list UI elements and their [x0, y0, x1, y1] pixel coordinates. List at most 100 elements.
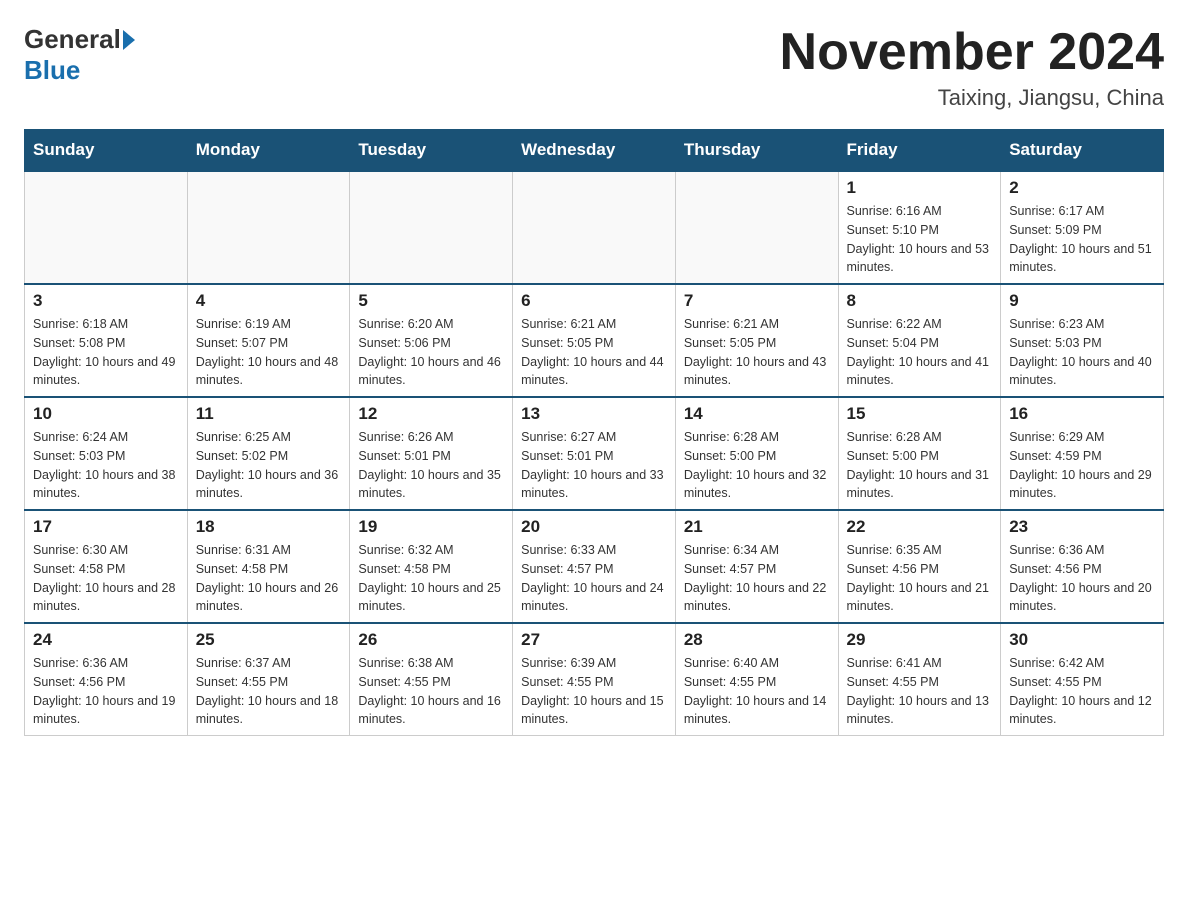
day-info: Sunrise: 6:38 AMSunset: 4:55 PMDaylight:…	[358, 654, 504, 729]
day-number: 11	[196, 404, 342, 424]
day-info: Sunrise: 6:32 AMSunset: 4:58 PMDaylight:…	[358, 541, 504, 616]
day-info: Sunrise: 6:36 AMSunset: 4:56 PMDaylight:…	[1009, 541, 1155, 616]
logo: General Blue	[24, 24, 137, 86]
day-number: 22	[847, 517, 993, 537]
calendar-week-row: 1 Sunrise: 6:16 AMSunset: 5:10 PMDaylight…	[25, 171, 1164, 284]
calendar-day-cell	[25, 171, 188, 284]
calendar-day-header: Thursday	[675, 130, 838, 172]
month-title: November 2024	[780, 24, 1164, 81]
day-info: Sunrise: 6:20 AMSunset: 5:06 PMDaylight:…	[358, 315, 504, 390]
day-info: Sunrise: 6:21 AMSunset: 5:05 PMDaylight:…	[684, 315, 830, 390]
day-info: Sunrise: 6:39 AMSunset: 4:55 PMDaylight:…	[521, 654, 667, 729]
day-info: Sunrise: 6:18 AMSunset: 5:08 PMDaylight:…	[33, 315, 179, 390]
day-number: 9	[1009, 291, 1155, 311]
calendar-day-cell: 14Sunrise: 6:28 AMSunset: 5:00 PMDayligh…	[675, 397, 838, 510]
day-number: 19	[358, 517, 504, 537]
calendar-day-header: Wednesday	[513, 130, 676, 172]
day-number: 3	[33, 291, 179, 311]
day-number: 12	[358, 404, 504, 424]
calendar-day-cell: 3 Sunrise: 6:18 AMSunset: 5:08 PMDaylight…	[25, 284, 188, 397]
day-info: Sunrise: 6:41 AMSunset: 4:55 PMDaylight:…	[847, 654, 993, 729]
calendar-day-cell: 6 Sunrise: 6:21 AMSunset: 5:05 PMDaylight…	[513, 284, 676, 397]
day-number: 14	[684, 404, 830, 424]
calendar-day-cell: 13Sunrise: 6:27 AMSunset: 5:01 PMDayligh…	[513, 397, 676, 510]
day-number: 27	[521, 630, 667, 650]
day-number: 16	[1009, 404, 1155, 424]
calendar-day-cell: 22 Sunrise: 6:35 AMSunset: 4:56 PMDayligh…	[838, 510, 1001, 623]
logo-arrow-icon	[123, 30, 135, 50]
calendar-day-cell: 9 Sunrise: 6:23 AMSunset: 5:03 PMDaylight…	[1001, 284, 1164, 397]
day-info: Sunrise: 6:36 AMSunset: 4:56 PMDaylight:…	[33, 654, 179, 729]
calendar-table: SundayMondayTuesdayWednesdayThursdayFrid…	[24, 129, 1164, 736]
calendar-day-cell	[350, 171, 513, 284]
calendar-day-cell	[187, 171, 350, 284]
day-number: 10	[33, 404, 179, 424]
day-info: Sunrise: 6:28 AMSunset: 5:00 PMDaylight:…	[847, 428, 993, 503]
day-number: 25	[196, 630, 342, 650]
calendar-day-cell: 8 Sunrise: 6:22 AMSunset: 5:04 PMDaylight…	[838, 284, 1001, 397]
calendar-day-cell: 4 Sunrise: 6:19 AMSunset: 5:07 PMDaylight…	[187, 284, 350, 397]
day-info: Sunrise: 6:23 AMSunset: 5:03 PMDaylight:…	[1009, 315, 1155, 390]
calendar-day-cell: 27 Sunrise: 6:39 AMSunset: 4:55 PMDayligh…	[513, 623, 676, 736]
day-number: 24	[33, 630, 179, 650]
day-info: Sunrise: 6:16 AMSunset: 5:10 PMDaylight:…	[847, 202, 993, 277]
day-number: 29	[847, 630, 993, 650]
calendar-day-cell: 12 Sunrise: 6:26 AMSunset: 5:01 PMDayligh…	[350, 397, 513, 510]
calendar-day-header: Friday	[838, 130, 1001, 172]
day-info: Sunrise: 6:26 AMSunset: 5:01 PMDaylight:…	[358, 428, 504, 503]
day-number: 13	[521, 404, 667, 424]
calendar-day-cell: 16 Sunrise: 6:29 AMSunset: 4:59 PMDayligh…	[1001, 397, 1164, 510]
day-info: Sunrise: 6:30 AMSunset: 4:58 PMDaylight:…	[33, 541, 179, 616]
day-info: Sunrise: 6:22 AMSunset: 5:04 PMDaylight:…	[847, 315, 993, 390]
calendar-day-cell: 20 Sunrise: 6:33 AMSunset: 4:57 PMDayligh…	[513, 510, 676, 623]
day-info: Sunrise: 6:21 AMSunset: 5:05 PMDaylight:…	[521, 315, 667, 390]
calendar-day-cell: 7 Sunrise: 6:21 AMSunset: 5:05 PMDaylight…	[675, 284, 838, 397]
day-info: Sunrise: 6:31 AMSunset: 4:58 PMDaylight:…	[196, 541, 342, 616]
page-header: General Blue November 2024 Taixing, Jian…	[24, 24, 1164, 111]
calendar-day-cell: 24 Sunrise: 6:36 AMSunset: 4:56 PMDayligh…	[25, 623, 188, 736]
calendar-day-cell: 29 Sunrise: 6:41 AMSunset: 4:55 PMDayligh…	[838, 623, 1001, 736]
day-number: 20	[521, 517, 667, 537]
day-number: 5	[358, 291, 504, 311]
calendar-day-cell: 2Sunrise: 6:17 AMSunset: 5:09 PMDaylight…	[1001, 171, 1164, 284]
day-number: 26	[358, 630, 504, 650]
calendar-week-row: 17Sunrise: 6:30 AMSunset: 4:58 PMDayligh…	[25, 510, 1164, 623]
calendar-day-cell	[513, 171, 676, 284]
logo-general-text: General	[24, 24, 121, 55]
calendar-day-header: Monday	[187, 130, 350, 172]
location-subtitle: Taixing, Jiangsu, China	[780, 85, 1164, 111]
calendar-day-cell: 23Sunrise: 6:36 AMSunset: 4:56 PMDayligh…	[1001, 510, 1164, 623]
day-number: 7	[684, 291, 830, 311]
title-section: November 2024 Taixing, Jiangsu, China	[780, 24, 1164, 111]
day-info: Sunrise: 6:17 AMSunset: 5:09 PMDaylight:…	[1009, 202, 1155, 277]
calendar-day-cell: 11Sunrise: 6:25 AMSunset: 5:02 PMDayligh…	[187, 397, 350, 510]
calendar-day-cell: 19 Sunrise: 6:32 AMSunset: 4:58 PMDayligh…	[350, 510, 513, 623]
calendar-week-row: 24 Sunrise: 6:36 AMSunset: 4:56 PMDayligh…	[25, 623, 1164, 736]
calendar-day-header: Sunday	[25, 130, 188, 172]
calendar-header-row: SundayMondayTuesdayWednesdayThursdayFrid…	[25, 130, 1164, 172]
calendar-day-cell: 18Sunrise: 6:31 AMSunset: 4:58 PMDayligh…	[187, 510, 350, 623]
day-number: 8	[847, 291, 993, 311]
day-number: 6	[521, 291, 667, 311]
logo-blue-text: Blue	[24, 55, 80, 85]
day-info: Sunrise: 6:40 AMSunset: 4:55 PMDaylight:…	[684, 654, 830, 729]
calendar-day-cell	[675, 171, 838, 284]
calendar-day-cell: 15 Sunrise: 6:28 AMSunset: 5:00 PMDayligh…	[838, 397, 1001, 510]
day-number: 30	[1009, 630, 1155, 650]
day-info: Sunrise: 6:19 AMSunset: 5:07 PMDaylight:…	[196, 315, 342, 390]
calendar-week-row: 10 Sunrise: 6:24 AMSunset: 5:03 PMDayligh…	[25, 397, 1164, 510]
day-info: Sunrise: 6:29 AMSunset: 4:59 PMDaylight:…	[1009, 428, 1155, 503]
day-info: Sunrise: 6:34 AMSunset: 4:57 PMDaylight:…	[684, 541, 830, 616]
calendar-day-cell: 5 Sunrise: 6:20 AMSunset: 5:06 PMDaylight…	[350, 284, 513, 397]
calendar-day-header: Tuesday	[350, 130, 513, 172]
day-info: Sunrise: 6:33 AMSunset: 4:57 PMDaylight:…	[521, 541, 667, 616]
day-info: Sunrise: 6:42 AMSunset: 4:55 PMDaylight:…	[1009, 654, 1155, 729]
day-number: 21	[684, 517, 830, 537]
calendar-day-cell: 10 Sunrise: 6:24 AMSunset: 5:03 PMDayligh…	[25, 397, 188, 510]
day-number: 4	[196, 291, 342, 311]
calendar-day-cell: 25Sunrise: 6:37 AMSunset: 4:55 PMDayligh…	[187, 623, 350, 736]
day-info: Sunrise: 6:24 AMSunset: 5:03 PMDaylight:…	[33, 428, 179, 503]
day-number: 15	[847, 404, 993, 424]
day-number: 1	[847, 178, 993, 198]
day-info: Sunrise: 6:35 AMSunset: 4:56 PMDaylight:…	[847, 541, 993, 616]
